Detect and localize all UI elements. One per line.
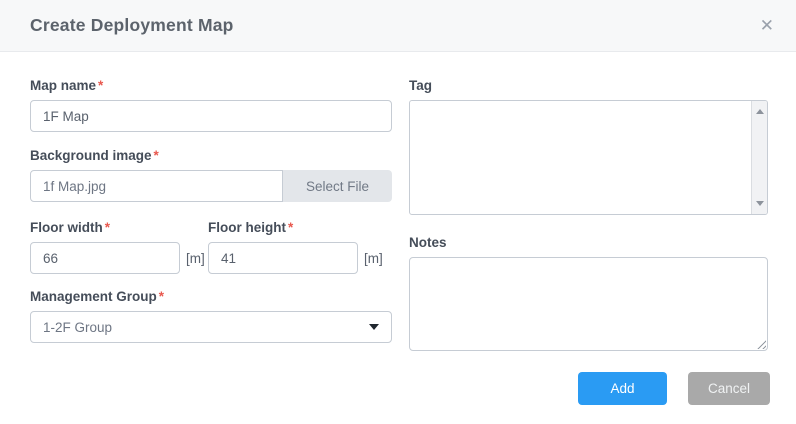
dialog-header: Create Deployment Map ✕ bbox=[0, 0, 796, 52]
scroll-up-icon[interactable] bbox=[756, 109, 764, 114]
floor-width-input[interactable] bbox=[30, 242, 180, 274]
floor-width-label: Floor width* bbox=[30, 220, 208, 235]
floor-dimensions-row: Floor width* [m] Floor height* [m] bbox=[30, 220, 392, 274]
dialog-actions: Add Cancel bbox=[578, 372, 770, 405]
required-asterisk: * bbox=[105, 220, 110, 235]
required-asterisk: * bbox=[98, 78, 103, 93]
required-asterisk: * bbox=[288, 220, 293, 235]
management-group-label: Management Group* bbox=[30, 289, 392, 304]
notes-label-text: Notes bbox=[409, 235, 447, 250]
floor-height-input[interactable] bbox=[208, 242, 358, 274]
background-image-row: Select File bbox=[30, 170, 392, 202]
form-right-column: Tag Notes bbox=[409, 78, 768, 351]
tag-input[interactable] bbox=[409, 100, 768, 215]
background-image-input[interactable] bbox=[30, 170, 283, 202]
tag-label-text: Tag bbox=[409, 78, 432, 93]
background-image-label: Background image* bbox=[30, 148, 392, 163]
notes-label: Notes bbox=[409, 235, 768, 250]
floor-height-label: Floor height* bbox=[208, 220, 383, 235]
management-group-select[interactable]: 1-2F Group bbox=[30, 311, 392, 343]
notes-field-wrap bbox=[409, 257, 768, 351]
floor-width-input-unit: [m] bbox=[30, 242, 208, 274]
floor-height-input-unit: [m] bbox=[208, 242, 383, 274]
floor-height-group: Floor height* [m] bbox=[208, 220, 383, 274]
scroll-down-icon[interactable] bbox=[756, 201, 764, 206]
floor-height-label-text: Floor height bbox=[208, 220, 286, 235]
management-group-selected-value: 1-2F Group bbox=[43, 320, 112, 335]
required-asterisk: * bbox=[159, 289, 164, 304]
required-asterisk: * bbox=[154, 148, 159, 163]
form-left-column: Map name* Background image* Select File … bbox=[30, 78, 392, 343]
add-button[interactable]: Add bbox=[578, 372, 667, 405]
dialog-title: Create Deployment Map bbox=[30, 15, 234, 36]
management-group-label-text: Management Group bbox=[30, 289, 157, 304]
map-name-label-text: Map name bbox=[30, 78, 96, 93]
create-deployment-map-dialog: Create Deployment Map ✕ Map name* Backgr… bbox=[0, 0, 796, 424]
tag-scrollbar[interactable] bbox=[751, 101, 767, 214]
cancel-button[interactable]: Cancel bbox=[688, 372, 770, 405]
floor-width-label-text: Floor width bbox=[30, 220, 103, 235]
floor-height-unit: [m] bbox=[364, 251, 383, 266]
floor-width-group: Floor width* [m] bbox=[30, 220, 208, 274]
tag-label: Tag bbox=[409, 78, 768, 93]
map-name-label: Map name* bbox=[30, 78, 392, 93]
close-icon[interactable]: ✕ bbox=[760, 17, 774, 34]
map-name-input[interactable] bbox=[30, 100, 392, 132]
background-image-label-text: Background image bbox=[30, 148, 152, 163]
floor-width-unit: [m] bbox=[186, 251, 205, 266]
chevron-down-icon bbox=[369, 324, 379, 330]
notes-textarea[interactable] bbox=[409, 257, 768, 351]
select-file-button[interactable]: Select File bbox=[283, 170, 392, 202]
